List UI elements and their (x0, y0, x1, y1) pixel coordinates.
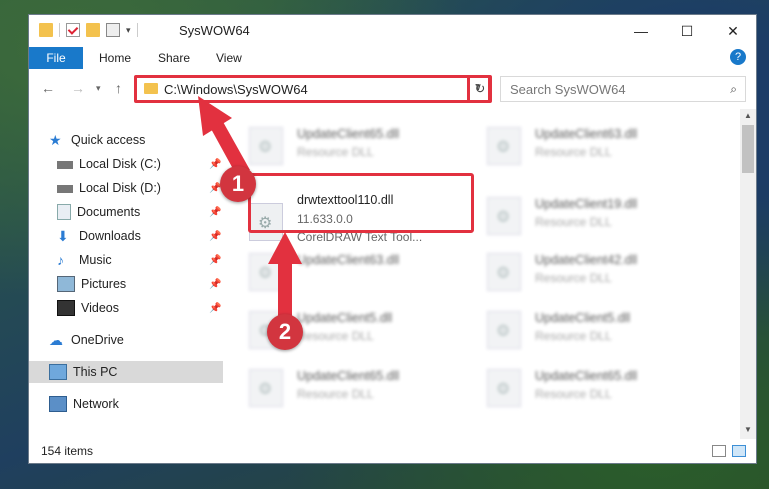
step-badge-2: 2 (267, 314, 303, 350)
arrow-2-shaft (278, 260, 292, 318)
step-badge-1: 1 (220, 166, 256, 202)
arrow-2-head (268, 232, 302, 264)
annotation-arrows (198, 96, 302, 318)
